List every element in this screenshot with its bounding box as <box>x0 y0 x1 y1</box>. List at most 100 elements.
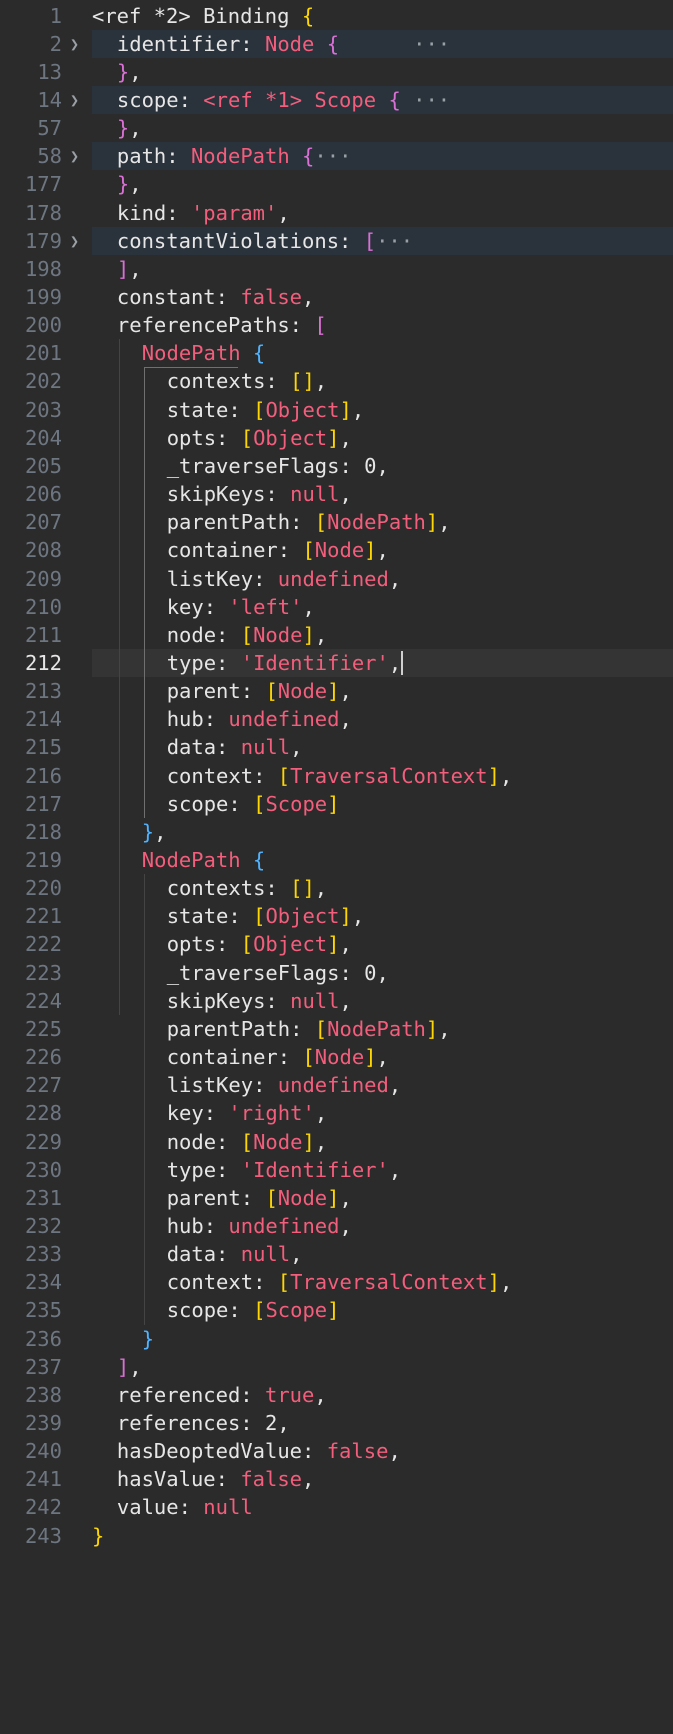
code-line[interactable]: 237], <box>0 1353 673 1381</box>
code-line[interactable]: 178 kind: 'param', <box>0 199 673 227</box>
code-line[interactable]: 199 constant: false, <box>0 283 673 311</box>
code-line[interactable]: 235 scope: [Scope] <box>0 1296 673 1324</box>
code-token: , <box>277 1411 290 1435</box>
code-line[interactable]: 209 listKey: undefined, <box>0 565 673 593</box>
fold-chevron-right-icon[interactable]: ❯ <box>70 30 79 58</box>
code-line[interactable]: 14 ❯ scope: <ref *1> Scope { ··· <box>0 85 673 115</box>
code-token: Node <box>265 31 327 56</box>
fold-chevron-right-icon[interactable]: ❯ <box>70 227 79 255</box>
code-token: undefined <box>277 566 389 591</box>
code-line[interactable]: 177}, <box>0 170 673 198</box>
code-line[interactable]: 202 contexts: [], <box>0 367 673 395</box>
folded-ellipsis-icon[interactable]: ··· <box>376 229 413 253</box>
code-line[interactable]: 219 NodePath { <box>0 846 673 874</box>
code-line[interactable]: 205 _traverseFlags: 0, <box>0 452 673 480</box>
code-token: [ <box>253 1298 266 1323</box>
code-line[interactable]: 58 ❯ path: NodePath {··· <box>0 142 673 171</box>
code-line[interactable]: 206 skipKeys: null, <box>0 480 673 508</box>
code-token: } <box>116 116 130 141</box>
code-line[interactable]: 214 hub: undefined, <box>0 705 673 733</box>
code-line[interactable]: 13}, <box>0 58 673 86</box>
folded-ellipsis-icon[interactable]: ··· <box>413 88 450 112</box>
code-line[interactable]: 204 opts: [Object], <box>0 424 673 452</box>
code-line[interactable]: 207 parentPath: [NodePath], <box>0 508 673 536</box>
code-line[interactable]: 223 _traverseFlags: 0, <box>0 959 673 987</box>
code-line[interactable]: 215 data: null, <box>0 733 673 761</box>
line-number-gutter: 204 <box>0 424 92 452</box>
code-line[interactable]: 218}, <box>0 818 673 846</box>
code-token: , <box>314 1129 328 1154</box>
line-number-gutter: 235 <box>0 1296 92 1324</box>
code-line[interactable]: 240 hasDeoptedValue: false, <box>0 1437 673 1465</box>
code-line[interactable]: 243} <box>0 1522 673 1550</box>
code-line[interactable]: 231 parent: [Node], <box>0 1184 673 1212</box>
code-line[interactable]: 241 hasValue: false, <box>0 1465 673 1493</box>
code-line[interactable]: 227 listKey: undefined, <box>0 1071 673 1099</box>
line-number-gutter: 238 <box>0 1381 92 1409</box>
code-line[interactable]: 179 ❯ constantViolations: [··· <box>0 226 673 255</box>
code-token: <ref *2> Binding <box>92 3 302 28</box>
line-number-gutter: 243 <box>0 1522 92 1550</box>
code-token: contexts: <box>166 369 291 394</box>
code-token: ] <box>364 538 377 563</box>
code-text: context: [TraversalContext], <box>167 762 513 790</box>
code-token: listKey: <box>166 566 278 591</box>
code-line[interactable]: 210 key: 'left', <box>0 593 673 621</box>
code-line[interactable]: 233 data: null, <box>0 1240 673 1268</box>
fold-chevron-right-icon[interactable]: ❯ <box>70 86 79 114</box>
folded-ellipsis-icon[interactable]: ··· <box>413 32 450 56</box>
code-token: [ <box>277 763 291 788</box>
code-line[interactable]: 239 references: 2, <box>0 1409 673 1437</box>
code-text: key: 'left', <box>167 593 315 621</box>
code-line[interactable]: 200 referencePaths: [ <box>0 311 673 339</box>
folded-ellipsis-icon[interactable]: ··· <box>314 144 351 168</box>
code-token: { <box>326 31 340 56</box>
line-number: 212 <box>24 650 62 675</box>
line-number: 219 <box>24 848 62 872</box>
code-text: }, <box>142 818 167 846</box>
code-line[interactable]: 230 type: 'Identifier', <box>0 1156 673 1184</box>
code-text: container: [Node], <box>167 536 389 564</box>
code-line[interactable]: 234 context: [TraversalContext], <box>0 1268 673 1296</box>
code-line[interactable]: 229 node: [Node], <box>0 1128 673 1156</box>
code-line[interactable]: 1 <ref *2> Binding { <box>0 2 673 30</box>
code-line[interactable]: 232 hub: undefined, <box>0 1212 673 1240</box>
code-line[interactable]: 201 NodePath { <box>0 339 673 367</box>
code-line[interactable]: 222 opts: [Object], <box>0 930 673 958</box>
code-line[interactable]: 198], <box>0 255 673 283</box>
code-line[interactable]: 224 skipKeys: null, <box>0 987 673 1015</box>
code-line[interactable]: 226 container: [Node], <box>0 1043 673 1071</box>
code-token: ] <box>425 1016 439 1041</box>
code-line[interactable]: 213 parent: [Node], <box>0 677 673 705</box>
code-text: constantViolations: [··· <box>117 227 413 255</box>
code-token: } <box>92 1523 105 1548</box>
code-token: null <box>203 1495 253 1520</box>
line-number: 202 <box>24 369 62 394</box>
code-text: _traverseFlags: 0, <box>167 959 389 987</box>
code-token: parent: <box>166 679 266 704</box>
code-line[interactable]: 220 contexts: [], <box>0 874 673 902</box>
code-line[interactable]: 211 node: [Node], <box>0 621 673 649</box>
code-line[interactable]: 225 parentPath: [NodePath], <box>0 1015 673 1043</box>
code-line[interactable]: 208 container: [Node], <box>0 536 673 564</box>
code-line[interactable]: 203 state: [Object], <box>0 396 673 424</box>
code-line[interactable]: 221 state: [Object], <box>0 902 673 930</box>
fold-chevron-right-icon[interactable]: ❯ <box>70 142 79 170</box>
code-line[interactable]: 228 key: 'right', <box>0 1099 673 1127</box>
code-line[interactable]: 236} <box>0 1325 673 1353</box>
code-text: data: null, <box>167 1240 303 1268</box>
code-line[interactable]: 217 scope: [Scope] <box>0 790 673 818</box>
line-number: 214 <box>24 707 62 732</box>
code-line[interactable]: 2 ❯ identifier: Node { ··· <box>0 29 673 58</box>
line-number: 207 <box>24 510 62 535</box>
code-line[interactable]: 242 value: null <box>0 1493 673 1521</box>
code-line[interactable]: 212 type: 'Identifier', <box>0 648 673 678</box>
code-token: true <box>265 1382 315 1407</box>
code-token: ] <box>339 904 352 929</box>
code-token: [ <box>240 1129 254 1154</box>
code-line[interactable]: 216 context: [TraversalContext], <box>0 762 673 790</box>
code-editor[interactable]: 1 <ref *2> Binding {2 ❯ identifier: Node { … <box>0 0 673 1734</box>
code-line[interactable]: 238 referenced: true, <box>0 1381 673 1409</box>
code-line[interactable]: 57}, <box>0 114 673 142</box>
code-token: , <box>376 538 389 563</box>
